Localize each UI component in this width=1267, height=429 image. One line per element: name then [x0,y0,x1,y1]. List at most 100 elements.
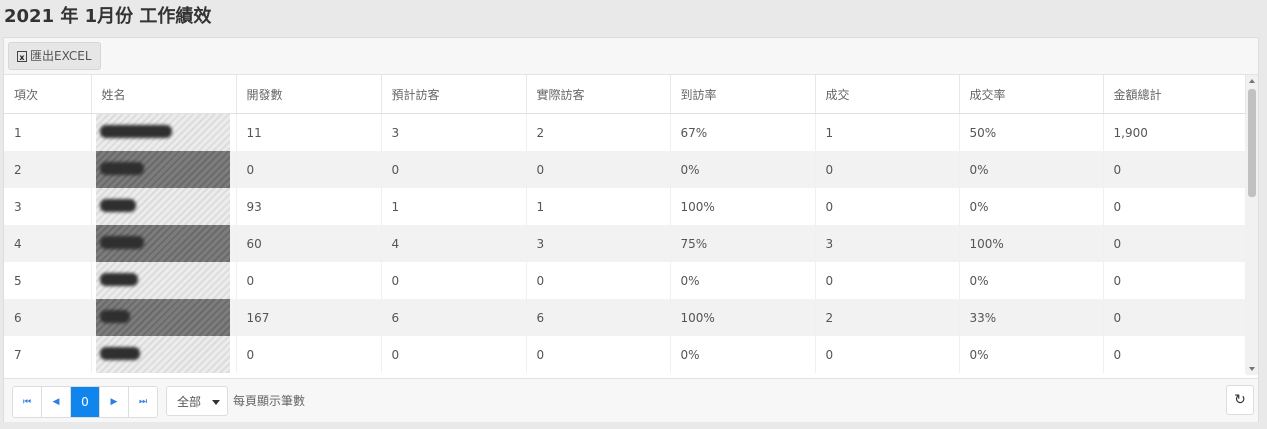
current-page-button[interactable]: 0 [71,387,100,417]
row-index: 2 [4,151,92,188]
actual-visitors: 3 [526,225,671,262]
dev-count: 93 [236,188,382,225]
page-size-label: 每頁顯示筆數 [233,394,306,408]
column-header[interactable]: 金額總計 [1103,75,1246,114]
deal-count: 0 [815,336,960,373]
prev-page-button[interactable]: ◀ [42,387,71,417]
name-cell [91,188,237,225]
deal-rate: 33% [959,299,1104,336]
actual-visitors: 2 [526,113,671,151]
page-size-select[interactable]: 全部 [166,386,228,416]
deal-rate: 100% [959,225,1104,262]
deal-rate: 0% [959,336,1104,373]
redaction-mark [99,273,138,286]
column-header[interactable]: 項次 [4,75,92,114]
redacted-name [95,188,230,225]
actual-visitors: 6 [526,299,671,336]
table-body: 1 11 3 2 67% 1 50% 1,900 2 0 0 0 0% 0 0% 0 3 93 1 1 100% 0 0% 0… [4,113,1246,373]
dev-count: 0 [236,336,382,373]
row-index: 5 [4,262,92,299]
table-row[interactable]: 2 0 0 0 0% 0 0% 0 [4,151,1246,188]
next-page-button[interactable]: ▶ [100,387,129,417]
scrollbar-thumb[interactable] [1248,89,1256,197]
visit-rate: 75% [670,225,816,262]
redacted-name [95,114,230,151]
scroll-up-icon[interactable] [1249,79,1255,83]
table-row[interactable]: 4 60 4 3 75% 3 100% 0 [4,225,1246,262]
actual-visitors: 0 [526,336,671,373]
export-excel-button[interactable]: x 匯出EXCEL [8,42,101,70]
name-cell [91,225,237,262]
table-header-row: 項次 姓名 開發數 預計訪客 實際訪客 到訪率 成交 成交率 金額總計 [4,75,1246,114]
table-row[interactable]: 6 167 6 6 100% 2 33% 0 [4,299,1246,336]
dev-count: 0 [236,262,382,299]
redaction-mark [99,310,130,323]
deal-rate: 0% [959,188,1104,225]
column-header[interactable]: 姓名 [91,75,237,114]
column-header[interactable]: 開發數 [236,75,382,114]
actual-visitors: 0 [526,262,671,299]
last-page-button[interactable]: ⏭ [129,387,157,417]
redaction-mark [99,199,136,212]
visit-rate: 67% [670,113,816,151]
next-page-icon: ▶ [110,397,118,407]
row-index: 7 [4,336,92,373]
visit-rate: 100% [670,299,816,336]
performance-table: 項次 姓名 開發數 預計訪客 實際訪客 到訪率 成交 成交率 金額總計 1 11 3 2 67% 1 50%… [4,75,1246,373]
row-index: 4 [4,225,92,262]
row-index: 3 [4,188,92,225]
amount-total: 0 [1103,151,1246,188]
report-panel: x 匯出EXCEL 項次 姓名 開發數 預計訪客 實際訪客 到訪率 成交 成交率 金額總計 11… [3,37,1259,422]
column-header[interactable]: 預計訪客 [381,75,527,114]
name-cell [91,336,237,373]
caret-down-icon [212,400,220,405]
deal-count: 2 [815,299,960,336]
vertical-scrollbar[interactable] [1246,75,1258,375]
redacted-name [95,336,230,373]
table-row[interactable]: 3 93 1 1 100% 0 0% 0 [4,188,1246,225]
dev-count: 11 [236,113,382,151]
column-header[interactable]: 成交率 [959,75,1104,114]
last-page-icon: ⏭ [138,397,148,407]
deal-count: 3 [815,225,960,262]
planned-visitors: 1 [381,188,527,225]
first-page-icon: ⏮ [22,397,32,407]
dev-count: 60 [236,225,382,262]
pagination-footer: ⏮ ◀ 0 ▶ ⏭ 全部 每頁顯示筆數 ↻ [4,378,1258,422]
toolbar: x 匯出EXCEL [4,38,1258,75]
deal-rate: 50% [959,113,1104,151]
column-header[interactable]: 成交 [815,75,960,114]
dev-count: 0 [236,151,382,188]
redaction-mark [99,347,140,360]
planned-visitors: 6 [381,299,527,336]
planned-visitors: 0 [381,336,527,373]
redacted-name [95,299,230,336]
actual-visitors: 1 [526,188,671,225]
deal-rate: 0% [959,151,1104,188]
visit-rate: 0% [670,336,816,373]
amount-total: 0 [1103,225,1246,262]
redaction-mark [99,236,144,249]
first-page-button[interactable]: ⏮ [13,387,42,417]
name-cell [91,262,237,299]
planned-visitors: 0 [381,262,527,299]
pagination: ⏮ ◀ 0 ▶ ⏭ [12,386,158,418]
scroll-down-icon[interactable] [1249,367,1255,371]
redaction-mark [99,125,172,138]
column-header[interactable]: 到訪率 [670,75,816,114]
refresh-button[interactable]: ↻ [1226,385,1254,415]
visit-rate: 100% [670,188,816,225]
amount-total: 0 [1103,299,1246,336]
amount-total: 1,900 [1103,113,1246,151]
amount-total: 0 [1103,262,1246,299]
name-cell [91,299,237,336]
redaction-mark [99,162,144,175]
planned-visitors: 3 [381,113,527,151]
column-header[interactable]: 實際訪客 [526,75,671,114]
name-cell [91,113,237,151]
table-row[interactable]: 5 0 0 0 0% 0 0% 0 [4,262,1246,299]
table-row[interactable]: 1 11 3 2 67% 1 50% 1,900 [4,113,1246,151]
planned-visitors: 4 [381,225,527,262]
table-row[interactable]: 7 0 0 0 0% 0 0% 0 [4,336,1246,373]
row-index: 1 [4,113,92,151]
